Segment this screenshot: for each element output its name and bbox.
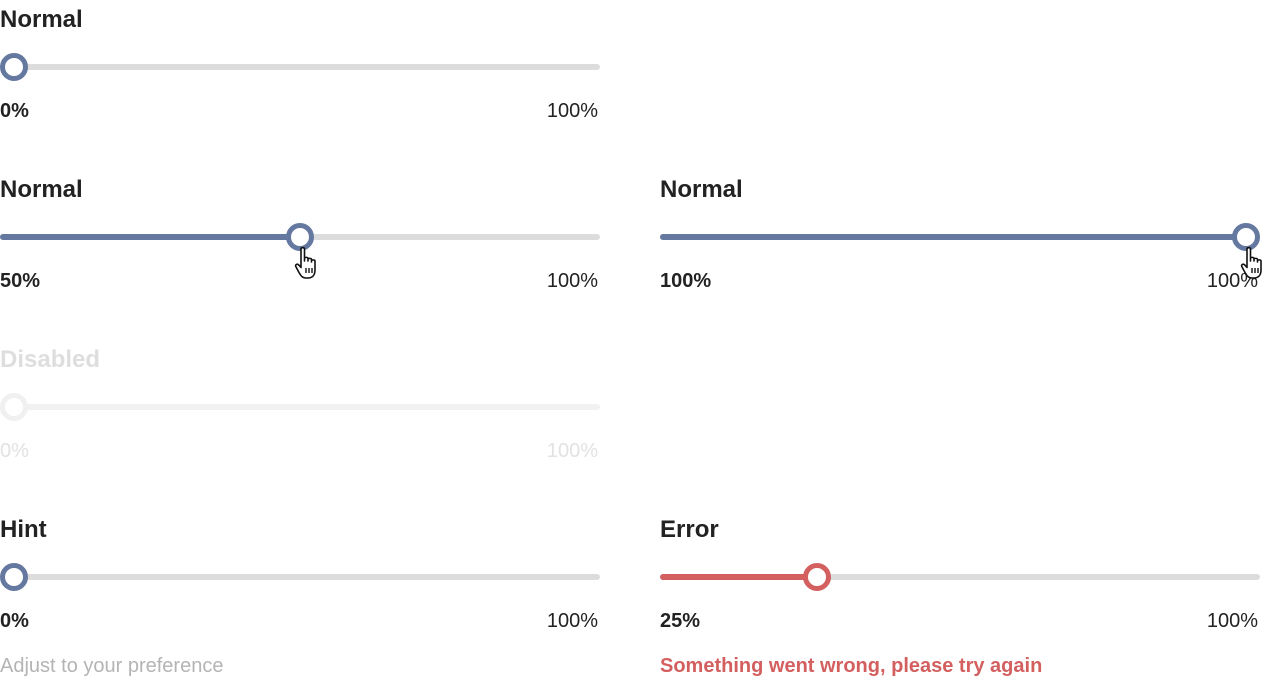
slider-title: Normal — [0, 176, 83, 203]
slider-max-label: 100% — [546, 270, 598, 292]
slider-max-label: 100% — [1206, 270, 1258, 292]
slider-value-label: 0% — [0, 440, 29, 462]
slider-title: Error — [660, 516, 719, 543]
hand-pointer-icon — [294, 246, 316, 279]
slider-max-label: 100% — [546, 100, 598, 122]
slider-thumb — [0, 393, 28, 421]
slider-track[interactable] — [0, 574, 600, 580]
slider-title: Hint — [0, 516, 47, 543]
slider-title: Normal — [0, 6, 83, 33]
slider-thumb[interactable] — [0, 563, 28, 591]
slider-thumb[interactable] — [1232, 223, 1260, 251]
slider-max-label: 100% — [1206, 610, 1258, 632]
slider-track[interactable] — [0, 64, 600, 70]
slider-value-label: 100% — [660, 270, 712, 292]
slider-thumb[interactable] — [286, 223, 314, 251]
slider-title: Normal — [660, 176, 743, 203]
slider-track[interactable] — [660, 574, 1260, 580]
slider-value-label: 0% — [0, 610, 29, 632]
slider-max-label: 100% — [546, 440, 598, 462]
slider-thumb[interactable] — [0, 53, 28, 81]
slider-track[interactable] — [660, 234, 1260, 240]
slider-track — [0, 404, 600, 410]
slider-value-label: 50% — [0, 270, 41, 292]
slider-max-label: 100% — [546, 610, 598, 632]
slider-fill — [660, 574, 817, 580]
slider-value-label: 0% — [0, 100, 29, 122]
slider-title: Disabled — [0, 346, 101, 373]
slider-fill — [0, 234, 300, 240]
slider-fill — [660, 234, 1246, 240]
slider-thumb[interactable] — [803, 563, 831, 591]
slider-error-text: Something went wrong, please try again — [660, 655, 1043, 677]
slider-value-label: 25% — [660, 610, 701, 632]
slider-hint-text: Adjust to your preference — [0, 655, 224, 677]
